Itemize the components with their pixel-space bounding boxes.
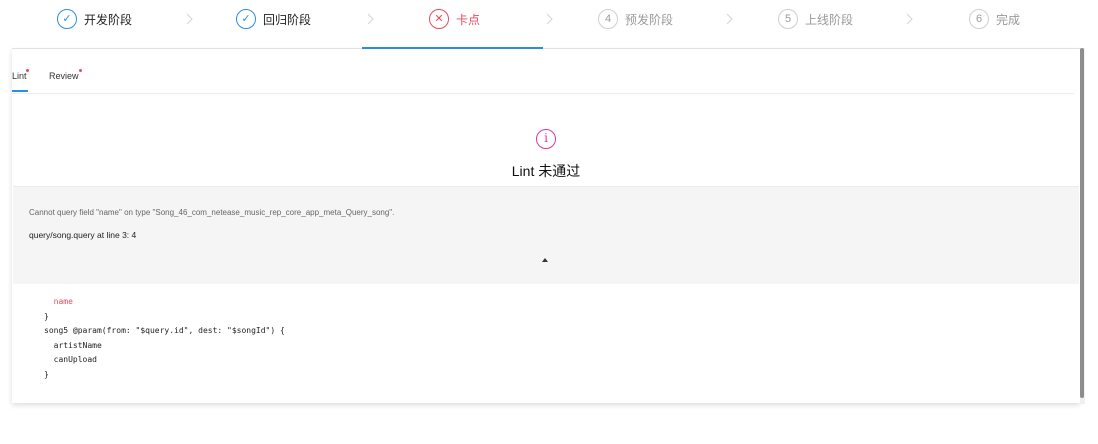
step-label: 卡点 <box>456 12 481 27</box>
code-line: artistName <box>44 340 102 350</box>
step-number: 5 <box>778 9 798 29</box>
error-location: query/song.query at line 3: 4 <box>29 230 137 240</box>
tab-label: Review <box>49 71 79 81</box>
error-message: Cannot query field "name" on type "Song_… <box>29 208 395 217</box>
chevron-right-icon <box>726 13 733 25</box>
code-line: } <box>44 311 49 321</box>
step-number: 4 <box>598 9 618 29</box>
code-snippet: name } song5 @param(from: "$query.id", d… <box>44 295 285 383</box>
chevron-right-icon <box>546 13 553 25</box>
check-icon: ✓ <box>57 9 77 29</box>
step-release[interactable]: 5 上线阶段 <box>778 7 853 31</box>
code-line: } <box>44 369 49 379</box>
active-tab-indicator <box>12 90 28 92</box>
step-pre-release[interactable]: 4 预发阶段 <box>598 7 673 31</box>
tab-label: Lint <box>12 71 27 81</box>
x-icon: ✕ <box>429 9 449 29</box>
scrollbar-thumb[interactable] <box>1080 48 1084 398</box>
result-title: Lint 未通过 <box>511 163 581 179</box>
chevron-right-icon <box>367 13 374 25</box>
tab-lint[interactable]: Lint <box>12 69 29 81</box>
tab-review[interactable]: Review <box>49 69 82 81</box>
tab-bar: Lint Review <box>12 49 1074 94</box>
step-label: 完成 <box>996 12 1021 27</box>
code-line: canUpload <box>44 355 97 365</box>
collapse-caret-icon[interactable] <box>542 258 548 262</box>
code-line: name <box>44 297 73 306</box>
step-label: 上线阶段 <box>805 12 854 27</box>
error-details: Cannot query field "name" on type "Song_… <box>13 186 1079 284</box>
step-complete[interactable]: 6 完成 <box>969 7 1020 31</box>
check-icon: ✓ <box>236 9 256 29</box>
chevron-right-icon <box>906 13 913 25</box>
chevron-right-icon <box>186 13 193 25</box>
step-checkpoint[interactable]: ✕ 卡点 <box>429 7 480 31</box>
step-number: 6 <box>969 9 989 29</box>
step-label: 回归阶段 <box>263 12 312 27</box>
steps-bar: ✓ 开发阶段 ✓ 回归阶段 ✕ 卡点 4 预发阶段 5 上线阶段 6 完成 <box>0 0 1098 50</box>
tab-badge-dot <box>79 69 82 72</box>
step-label: 预发阶段 <box>625 12 674 27</box>
tab-badge-dot <box>26 69 29 72</box>
step-dev[interactable]: ✓ 开发阶段 <box>57 7 132 31</box>
info-icon: i <box>536 129 556 149</box>
code-line: song5 @param(from: "$query.id", dest: "$… <box>44 326 285 336</box>
step-regression[interactable]: ✓ 回归阶段 <box>236 7 311 31</box>
step-label: 开发阶段 <box>84 12 133 27</box>
lint-result-card: Lint Review i Lint 未通过 Cannot query fiel… <box>12 49 1080 403</box>
